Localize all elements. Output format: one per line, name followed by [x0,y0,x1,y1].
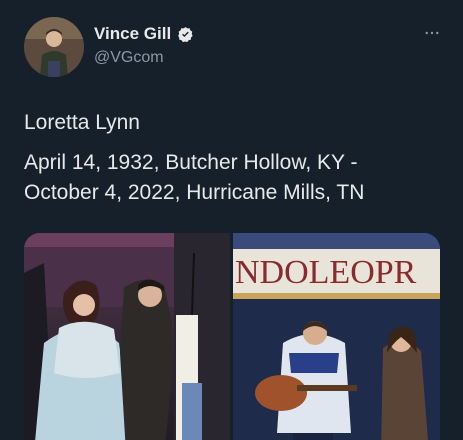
tweet-text: Loretta Lynn April 14, 1932, Butcher Hol… [24,108,444,208]
photo-loretta-vince-performing[interactable]: NDOLEOPR [233,233,440,440]
author-handle[interactable]: @VGcom [94,49,164,67]
tweet-line-born: April 14, 1932, Butcher Hollow, KY - [24,151,358,174]
opry-banner-text: NDOLEOPR [235,254,417,291]
tweet-line-died: October 4, 2022, Hurricane Mills, TN [24,181,365,204]
photo-loretta-hand-kiss[interactable] [24,233,230,440]
photo-left-image [24,233,230,440]
avatar-image [24,17,84,77]
author-display-name[interactable]: Vince Gill [94,24,171,44]
verified-badge-icon [178,26,193,42]
author-name-row: Vince Gill [94,24,194,44]
tweet: Vince Gill @VGcom Loretta Lynn April 14,… [0,0,463,440]
tweet-media[interactable]: NDOLEOPR [24,233,440,440]
tweet-line-name: Loretta Lynn [24,111,140,134]
avatar[interactable] [24,17,84,77]
photo-right-image: NDOLEOPR [233,233,440,440]
more-horizontal-icon[interactable] [423,24,441,42]
